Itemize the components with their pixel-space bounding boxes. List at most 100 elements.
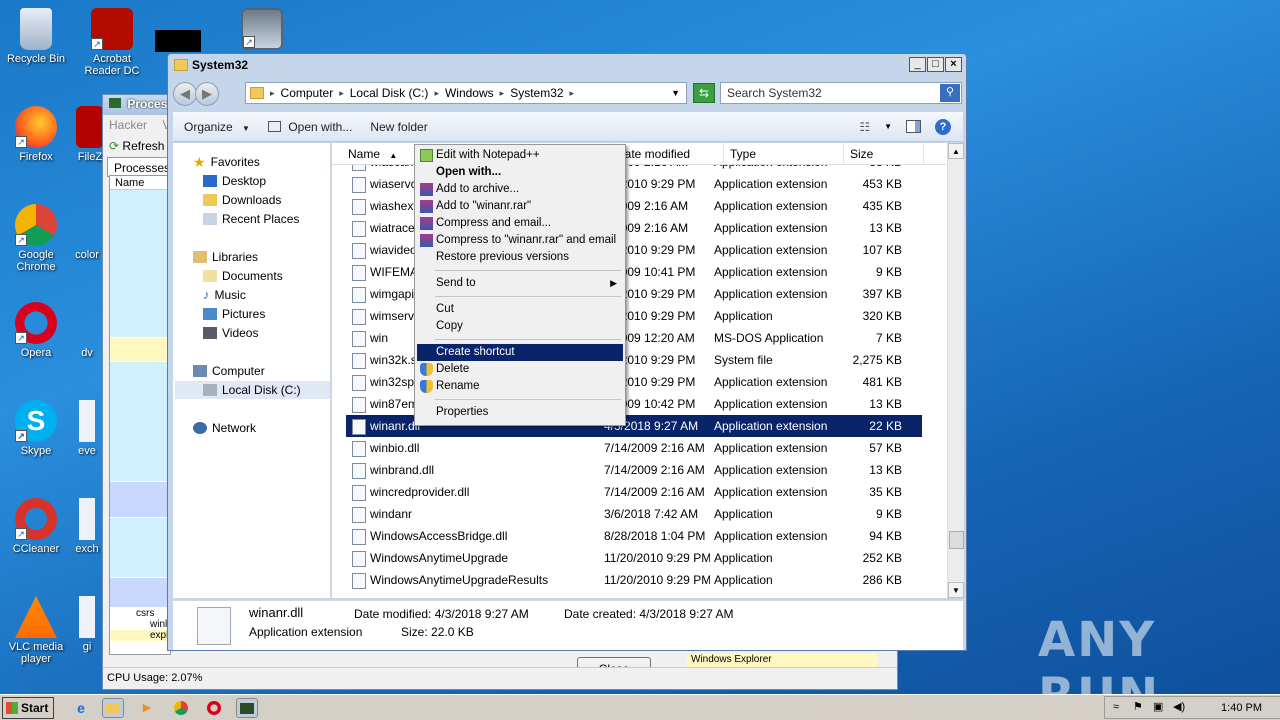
media-player-icon[interactable]: ▶ xyxy=(136,698,158,718)
breadcrumb-computer[interactable]: Computer xyxy=(281,86,334,100)
menu-item-delete[interactable]: Delete xyxy=(417,361,623,378)
table-row[interactable]: wincredprovider.dll 7/14/2009 2:16 AM Appl… xyxy=(346,481,922,503)
table-row[interactable]: WindowsAccessBridge.dll 8/28/2018 1:04 PM… xyxy=(346,525,922,547)
breadcrumb-system32[interactable]: System32 xyxy=(510,86,563,100)
table-row[interactable] xyxy=(110,338,170,362)
clock[interactable]: 1:40 PM xyxy=(1221,702,1262,714)
refresh-button[interactable]: ⟳ Refresh xyxy=(109,137,164,155)
desktop-icon-exch[interactable]: exch xyxy=(72,498,102,555)
chevron-down-icon[interactable]: ▼ xyxy=(671,88,680,98)
search-icon[interactable]: ⚲ xyxy=(940,84,960,102)
table-row[interactable]: winbio.dll 7/14/2009 2:16 AM Application e… xyxy=(346,437,922,459)
flag-icon[interactable]: ⚑ xyxy=(1133,700,1143,713)
scroll-down-icon[interactable]: ▼ xyxy=(948,582,964,598)
menu-hacker[interactable]: Hacker xyxy=(109,118,147,132)
nav-videos[interactable]: Videos xyxy=(203,324,258,342)
breadcrumb-local-disk[interactable]: Local Disk (C:) xyxy=(350,86,429,100)
desktop-icon-eve[interactable]: eve xyxy=(72,400,102,457)
nav-music[interactable]: ♪ Music xyxy=(203,286,246,304)
table-row[interactable] xyxy=(110,578,170,608)
nav-computer[interactable]: Computer xyxy=(193,362,265,380)
menu-item-properties[interactable]: Properties xyxy=(417,404,623,421)
desktop-icon-color[interactable]: color xyxy=(72,204,102,261)
scroll-up-icon[interactable]: ▲ xyxy=(948,143,964,159)
desktop-icon-skype[interactable]: S ↗ Skype xyxy=(0,400,72,457)
organize-button[interactable]: Organize ▼ xyxy=(184,120,250,134)
menu-item-rename[interactable]: Rename xyxy=(417,378,623,395)
desktop-icon-firefox[interactable]: ↗ Firefox xyxy=(0,106,72,163)
nav-pictures[interactable]: Pictures xyxy=(203,305,265,323)
menu-item-add-to-rar[interactable]: Add to "winanr.rar" xyxy=(417,198,623,215)
refresh-button[interactable]: ⇆ xyxy=(693,83,715,103)
table-row[interactable]: WindowsAnytimeUpgradeResults 11/20/2010 9… xyxy=(346,569,922,591)
tray-expand-icon[interactable]: ≈ xyxy=(1113,701,1119,713)
menu-item-add-to-archive[interactable]: Add to archive... xyxy=(417,181,623,198)
window-titlebar[interactable]: System32 xyxy=(168,54,966,76)
nav-recent-places[interactable]: Recent Places xyxy=(203,210,299,228)
menu-item-compress-email[interactable]: Compress and email... xyxy=(417,215,623,232)
menu-item-copy[interactable]: Copy xyxy=(417,318,623,335)
desktop-icon-vlc[interactable]: VLC media player xyxy=(0,596,72,665)
table-row[interactable]: windanr 3/6/2018 7:42 AM Application 9 KB xyxy=(346,503,922,525)
desktop-icon-chrome[interactable]: ↗ Google Chrome xyxy=(0,204,72,273)
desktop-icon-dv[interactable]: dv xyxy=(72,302,102,359)
table-row[interactable]: WindowsAnytimeUpgrade 11/20/2010 9:29 PM A… xyxy=(346,547,922,569)
process-hacker-taskbar-icon[interactable] xyxy=(236,698,258,718)
tab-processes[interactable]: Processes xyxy=(107,157,170,177)
desktop-icon-opera[interactable]: ↗ Opera xyxy=(0,302,72,359)
chevron-down-icon[interactable]: ▼ xyxy=(884,122,892,131)
desktop-icon-gi[interactable]: gi xyxy=(72,596,102,653)
chevron-right-icon[interactable]: ▸ xyxy=(500,88,505,99)
ie-icon[interactable]: e xyxy=(70,698,92,718)
breadcrumb-windows[interactable]: Windows xyxy=(445,86,494,100)
menu-item-create-shortcut[interactable]: Create shortcut xyxy=(417,344,623,361)
address-bar[interactable]: ▸ Computer ▸ Local Disk (C:) ▸ Windows ▸… xyxy=(245,82,687,104)
desktop-icon-recycle-bin[interactable]: Recycle Bin xyxy=(0,8,72,65)
opera-taskbar-icon[interactable] xyxy=(203,698,225,718)
volume-icon[interactable]: ◀) xyxy=(1173,700,1185,713)
forward-button[interactable]: ▶ xyxy=(195,82,219,106)
close-button[interactable]: × xyxy=(945,57,962,72)
column-header-name[interactable]: Name xyxy=(110,176,170,190)
nav-documents[interactable]: Documents xyxy=(203,267,283,285)
nav-network[interactable]: Network xyxy=(193,419,256,437)
chevron-right-icon[interactable]: ▸ xyxy=(339,88,344,99)
desktop-icon-filezilla[interactable]: FileZ xyxy=(76,106,104,163)
new-folder-button[interactable]: New folder xyxy=(370,120,427,134)
nav-favorites[interactable]: ★ Favorites xyxy=(193,153,260,171)
menu-item-compress-rar-email[interactable]: Compress to "winanr.rar" and email xyxy=(417,232,623,249)
scrollbar-thumb[interactable] xyxy=(949,531,964,549)
view-options-icon[interactable]: ☷ xyxy=(859,120,870,134)
menu-item-open-with[interactable]: Open with... xyxy=(417,164,623,181)
desktop-icon-monitor[interactable]: ↗ xyxy=(226,8,298,53)
chevron-right-icon[interactable]: ▸ xyxy=(570,88,575,99)
help-icon[interactable]: ? xyxy=(935,118,951,135)
table-row[interactable] xyxy=(110,518,170,578)
nav-local-disk[interactable]: Local Disk (C:) xyxy=(175,381,330,399)
desktop-icon-ccleaner[interactable]: ↗ CCleaner xyxy=(0,498,72,555)
maximize-button[interactable]: □ xyxy=(927,57,944,72)
table-row[interactable] xyxy=(110,482,170,518)
network-icon[interactable]: ▣ xyxy=(1153,700,1163,713)
table-row[interactable] xyxy=(110,190,170,338)
nav-libraries[interactable]: Libraries xyxy=(193,248,258,266)
chevron-right-icon[interactable]: ▸ xyxy=(434,88,439,99)
table-row[interactable] xyxy=(110,362,170,482)
open-with-button[interactable]: Open with... xyxy=(267,120,352,134)
column-header-date[interactable]: Date modified xyxy=(610,143,724,165)
menu-item-restore-previous[interactable]: Restore previous versions xyxy=(417,249,623,266)
vertical-scrollbar[interactable]: ▲ ▼ xyxy=(947,143,964,598)
explorer-taskbar-icon[interactable] xyxy=(102,698,124,718)
start-button[interactable]: Start xyxy=(2,697,54,719)
search-input[interactable]: Search System32 ⚲ xyxy=(720,82,962,104)
nav-downloads[interactable]: Downloads xyxy=(203,191,281,209)
nav-desktop[interactable]: Desktop xyxy=(203,172,266,190)
menu-item-edit-notepadpp[interactable]: Edit with Notepad++ xyxy=(417,147,623,164)
preview-pane-icon[interactable] xyxy=(906,120,921,133)
back-button[interactable]: ◀ xyxy=(173,82,197,106)
menu-item-cut[interactable]: Cut xyxy=(417,301,623,318)
table-row[interactable]: winbrand.dll 7/14/2009 2:16 AM Application… xyxy=(346,459,922,481)
minimize-button[interactable]: _ xyxy=(909,57,926,72)
menu-item-send-to[interactable]: Send to ▶ xyxy=(417,275,623,292)
column-header-type[interactable]: Type xyxy=(724,143,844,165)
